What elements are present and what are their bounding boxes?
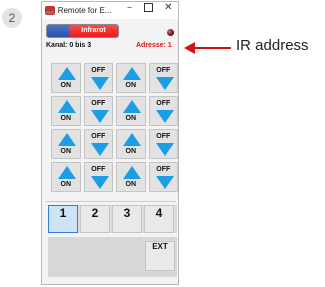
on-button[interactable]: ON: [116, 162, 146, 192]
arrow-down-icon: [90, 77, 109, 90]
step-number-badge: 2: [2, 8, 22, 28]
minimize-button[interactable]: –: [120, 2, 139, 19]
on-button[interactable]: ON: [116, 96, 146, 126]
pad-row: ON OFF ON OFF: [51, 162, 178, 192]
channel-button-1[interactable]: 1: [48, 205, 78, 233]
on-button[interactable]: ON: [51, 63, 81, 93]
arrow-down-icon: [155, 143, 174, 156]
arrow-up-icon: [123, 166, 141, 179]
pad-row: ON OFF ON OFF: [51, 63, 178, 93]
window-title: Remote for E...: [57, 6, 112, 15]
on-label: ON: [60, 82, 72, 89]
arrow-up-icon: [58, 166, 76, 179]
off-label: OFF: [91, 100, 106, 107]
toggle-label: Infrarot: [69, 25, 118, 37]
on-label: ON: [60, 115, 72, 122]
off-button[interactable]: OFF: [148, 96, 178, 126]
on-label: ON: [60, 148, 72, 155]
off-button[interactable]: OFF: [148, 63, 178, 93]
off-label: OFF: [156, 166, 171, 173]
arrow-up-icon: [123, 100, 141, 113]
arrow-down-icon: [90, 110, 109, 123]
off-button[interactable]: OFF: [83, 162, 113, 192]
on-button[interactable]: ON: [51, 162, 81, 192]
on-label: ON: [125, 148, 137, 155]
channel-selector: 1 2 3 4: [48, 205, 177, 233]
arrow-up-icon: [58, 67, 76, 80]
arrow-down-icon: [155, 77, 174, 90]
arrow-down-icon: [90, 176, 109, 189]
on-label: ON: [125, 115, 137, 122]
off-label: OFF: [156, 67, 171, 74]
channel-button-2[interactable]: 2: [80, 205, 110, 233]
channel-button-3[interactable]: 3: [112, 205, 142, 233]
on-off-button-grid: ON OFF ON OFF ON OFF ON OFF ON OFF ON OF…: [51, 63, 178, 195]
ext-button[interactable]: EXT: [145, 241, 175, 271]
arrow-up-icon: [58, 100, 76, 113]
maximize-icon: [144, 2, 154, 12]
off-label: OFF: [156, 100, 171, 107]
off-label: OFF: [91, 67, 106, 74]
toggle-knob: [47, 25, 69, 37]
off-button[interactable]: OFF: [83, 63, 113, 93]
channel-button-4[interactable]: 4: [144, 205, 174, 233]
window-titlebar: Remote for E... – ✕: [42, 2, 178, 19]
arrow-up-icon: [123, 67, 141, 80]
remote-app-window: Remote for E... – ✕ Infrarot Kanal: 0 bi…: [41, 1, 179, 285]
adresse-label: Adresse: 1: [136, 42, 172, 49]
callout-arrow-icon: [184, 42, 231, 54]
arrow-up-icon: [58, 133, 76, 146]
off-label: OFF: [156, 133, 171, 140]
pad-row: ON OFF ON OFF: [51, 96, 178, 126]
infrared-toggle[interactable]: Infrarot: [46, 24, 119, 38]
kanal-label: Kanal: 0 bis 3: [46, 42, 92, 49]
off-label: OFF: [91, 166, 106, 173]
off-button[interactable]: OFF: [148, 129, 178, 159]
arrow-up-icon: [123, 133, 141, 146]
off-button[interactable]: OFF: [83, 129, 113, 159]
on-label: ON: [125, 181, 137, 188]
arrow-down-icon: [155, 176, 174, 189]
bottom-panel: EXT: [48, 237, 177, 277]
led-indicator-icon: [167, 29, 174, 36]
divider: [46, 201, 176, 202]
on-button[interactable]: ON: [116, 63, 146, 93]
app-icon: [45, 6, 55, 15]
arrow-down-icon: [155, 110, 174, 123]
pad-row: ON OFF ON OFF: [51, 129, 178, 159]
on-button[interactable]: ON: [51, 96, 81, 126]
off-label: OFF: [91, 133, 106, 140]
maximize-button[interactable]: [139, 2, 158, 19]
on-label: ON: [60, 181, 72, 188]
off-button[interactable]: OFF: [83, 96, 113, 126]
off-button[interactable]: OFF: [148, 162, 178, 192]
close-button[interactable]: ✕: [159, 2, 178, 19]
arrow-down-icon: [90, 143, 109, 156]
callout-label: IR address: [236, 37, 309, 54]
on-label: ON: [125, 82, 137, 89]
on-button[interactable]: ON: [116, 129, 146, 159]
on-button[interactable]: ON: [51, 129, 81, 159]
